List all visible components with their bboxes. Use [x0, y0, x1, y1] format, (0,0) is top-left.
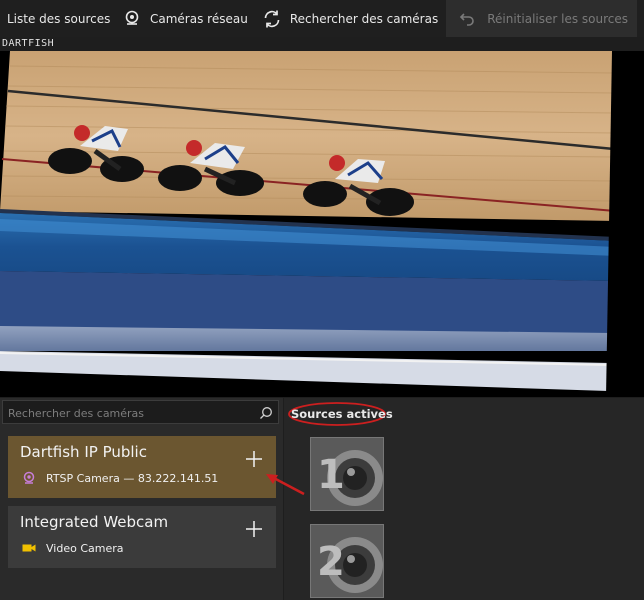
camera-list-panel: Dartfish IP Public RTSP Camera — 83.222.… — [0, 398, 283, 600]
active-sources-title: Sources actives — [291, 407, 393, 421]
camera-subtitle: Video Camera — [46, 541, 124, 555]
camera-name: Integrated Webcam — [20, 513, 169, 531]
video-camera-icon — [22, 541, 36, 555]
reset-sources-label: Réinitialiser les sources — [487, 11, 629, 26]
video-preview[interactable] — [0, 51, 644, 397]
annotation-arrow — [266, 474, 305, 496]
camera-name: Dartfish IP Public — [20, 443, 147, 461]
add-source-plus-icon[interactable] — [244, 519, 264, 539]
search-icon[interactable] — [259, 405, 273, 419]
active-source-slot-2[interactable]: 2 — [310, 524, 384, 598]
camera-card-integrated-webcam[interactable]: Integrated Webcam Video Camera — [8, 506, 276, 568]
location-pin-icon — [122, 9, 142, 29]
slot-number: 2 — [317, 539, 345, 585]
source-list-label: Liste des sources — [7, 11, 111, 26]
undo-icon — [457, 9, 477, 29]
video-overlay-label: DARTFISH — [2, 38, 55, 49]
camera-subtitle: RTSP Camera — 83.222.141.51 — [46, 471, 219, 485]
add-source-plus-icon[interactable] — [244, 449, 264, 469]
camera-subtitle-row: RTSP Camera — 83.222.141.51 — [22, 471, 218, 485]
camera-lens-icon: 2 — [311, 525, 383, 597]
camera-search-box — [2, 400, 279, 425]
refresh-icon — [262, 9, 282, 29]
top-toolbar: Liste des sources Caméras réseau Recherc… — [0, 0, 644, 37]
network-cameras-button[interactable]: Caméras réseau — [122, 0, 248, 37]
camera-lens-icon: 1 — [311, 438, 383, 510]
cycling-track-image — [0, 51, 644, 397]
camera-card-dartfish-ip[interactable]: Dartfish IP Public RTSP Camera — 83.222.… — [8, 436, 276, 498]
network-cameras-label: Caméras réseau — [150, 11, 248, 26]
search-cameras-label: Rechercher des caméras — [289, 11, 439, 26]
camera-search-input[interactable] — [3, 401, 260, 425]
search-cameras-button[interactable]: Rechercher des caméras — [262, 0, 438, 37]
ip-camera-icon — [22, 471, 36, 485]
active-sources-panel: Sources actives 1 2 — [284, 398, 644, 600]
source-list-tab[interactable]: Liste des sources — [0, 0, 110, 37]
reset-sources-button[interactable]: Réinitialiser les sources — [446, 0, 638, 37]
camera-subtitle-row: Video Camera — [22, 541, 123, 555]
active-source-slot-1[interactable]: 1 — [310, 437, 384, 511]
slot-number: 1 — [317, 452, 345, 498]
